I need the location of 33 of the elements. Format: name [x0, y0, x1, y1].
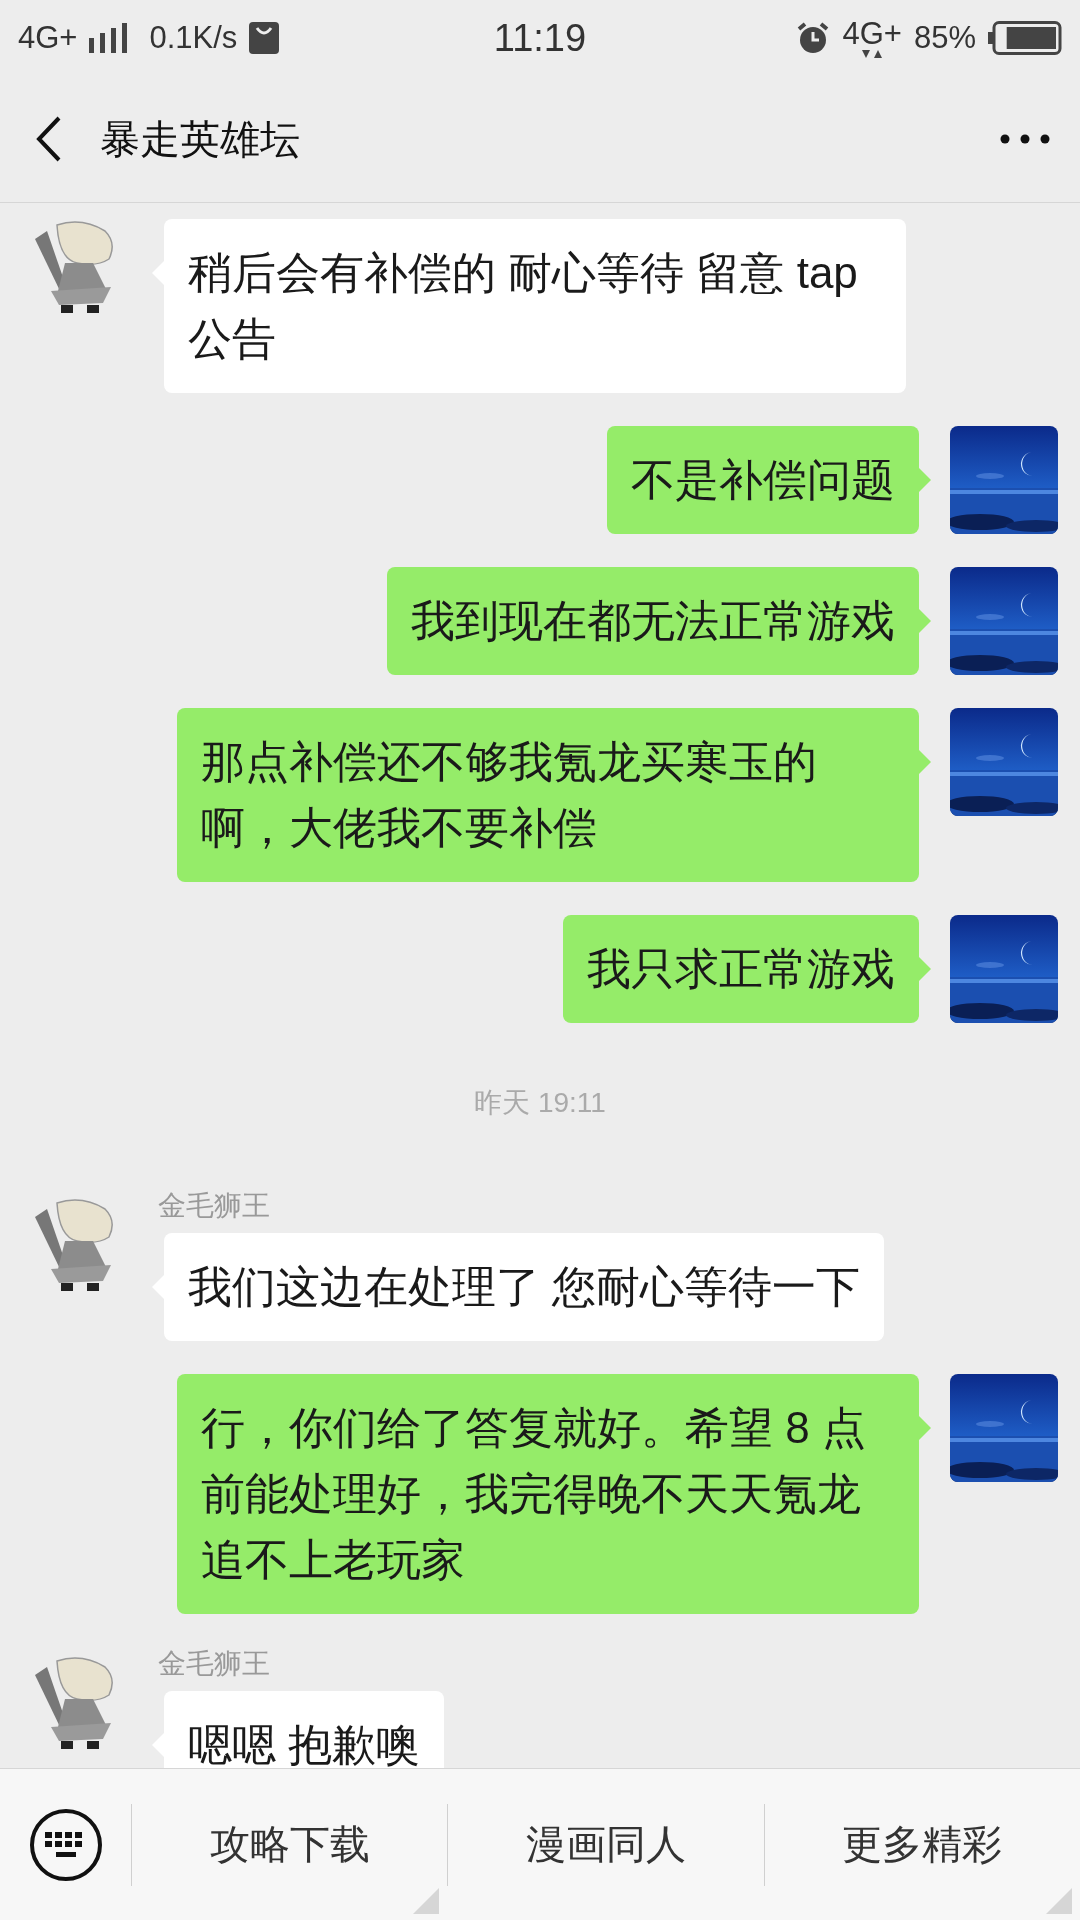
message-bubble: 我到现在都无法正常游戏: [387, 567, 919, 675]
message-bubble: 稍后会有补偿的 耐心等待 留意 tap 公告: [164, 219, 906, 393]
message-bubble: 我只求正常游戏: [563, 915, 919, 1023]
bubble-tail: [919, 957, 931, 981]
message-bubble: 我们这边在处理了 您耐心等待一下: [164, 1233, 885, 1341]
sender-name: 金毛狮王: [158, 1647, 270, 1681]
network-speed: 0.1K/s: [149, 20, 238, 56]
bubble-tail: [919, 750, 931, 774]
timestamp: 昨天 19:11: [474, 1086, 606, 1120]
clock-time: 11:19: [493, 16, 587, 59]
battery-percent: 85%: [913, 20, 976, 56]
shopping-bag-icon: [249, 22, 280, 54]
network-label: 4G+: [18, 20, 78, 56]
menu-button[interactable]: 漫画同人: [447, 1803, 764, 1886]
sender-name: 金毛狮王: [158, 1189, 270, 1223]
menu-button[interactable]: 更多精彩: [763, 1803, 1080, 1886]
bubble-tail: [919, 1416, 931, 1440]
signal-icon: [89, 23, 130, 53]
message-bubble: 不是补偿问题: [607, 426, 919, 534]
keyboard-icon[interactable]: [28, 1807, 103, 1882]
menu-button[interactable]: 攻略下载: [131, 1803, 448, 1886]
back-icon[interactable]: [36, 116, 62, 162]
battery-icon: [988, 21, 1062, 55]
message-bubble: 行，你们给了答复就好。希望 8 点前能处理好，我完得晚不天天氪龙追不上老玩家: [177, 1374, 919, 1614]
data-arrows-icon: [860, 48, 885, 59]
message-bubble: 嗯嗯 抱歉噢: [164, 1691, 445, 1768]
more-icon[interactable]: [1000, 134, 1050, 144]
alarm-icon: [796, 21, 831, 55]
bubble-tail: [919, 468, 931, 492]
message-bubble: 那点补偿还不够我氪龙买寒玉的啊，大佬我不要补偿: [177, 708, 919, 882]
chat-title: 暴走英雄坛: [100, 115, 300, 163]
network-label: 4G+: [842, 17, 902, 49]
bubble-tail: [919, 609, 931, 633]
